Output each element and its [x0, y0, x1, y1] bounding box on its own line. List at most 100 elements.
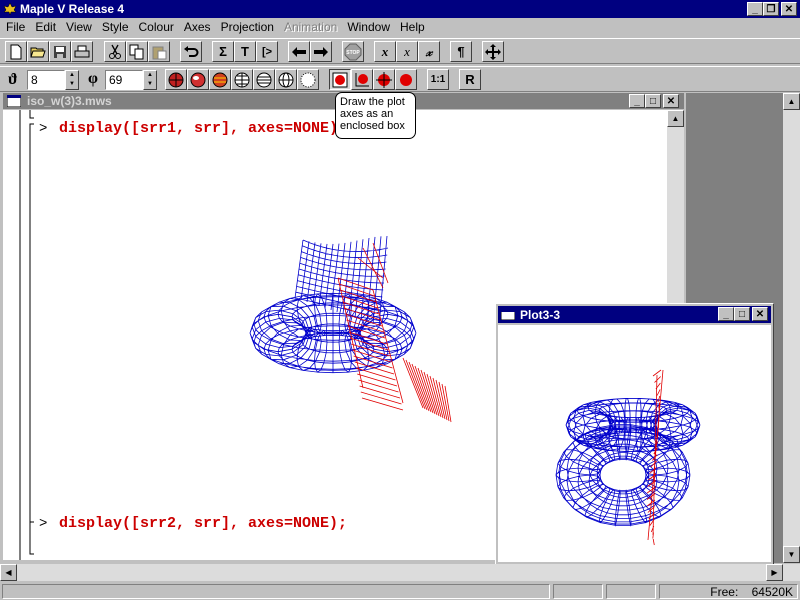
style-patch-nogrid-button[interactable]: [187, 69, 209, 90]
plot-toolbar: ϑ 8 ▲ ▼ φ 69 ▲ ▼ 1:1 R: [0, 66, 800, 92]
menu-projection[interactable]: Projection: [217, 19, 280, 37]
copy-icon: [129, 44, 144, 59]
horizontal-scrollbar[interactable]: ◀ ▶: [0, 564, 800, 581]
stop-label: STOP: [346, 50, 360, 56]
indent-button[interactable]: [310, 41, 332, 62]
menu-view[interactable]: View: [62, 19, 98, 37]
sigma-button[interactable]: Σ: [212, 41, 234, 62]
theta-symbol: ϑ: [8, 71, 18, 88]
menu-style[interactable]: Style: [98, 19, 135, 37]
main-scroll-down-button[interactable]: ▼: [783, 546, 800, 563]
worksheet-minimize-button[interactable]: _: [629, 94, 645, 108]
torus-mesh-1: [249, 292, 417, 374]
axes-none-button[interactable]: [395, 69, 417, 90]
style-hidden-button[interactable]: [231, 69, 253, 90]
new-file-button[interactable]: [5, 41, 27, 62]
menu-axes[interactable]: Axes: [180, 19, 217, 37]
phi-input[interactable]: 69: [105, 70, 143, 90]
command-line-1[interactable]: display([srr1, srr], axes=NONE);: [59, 120, 347, 137]
constrained-scaling-button[interactable]: 1:1: [427, 69, 449, 90]
math-script-button[interactable]: 𝓍: [418, 41, 440, 62]
menu-window[interactable]: Window: [343, 19, 396, 37]
move-icon: [485, 43, 501, 60]
style-contour-button[interactable]: [253, 69, 275, 90]
theta-stepper[interactable]: ▲ ▼: [65, 70, 79, 90]
axes-frame-button[interactable]: [351, 69, 373, 90]
phi-stepper[interactable]: ▲ ▼: [143, 70, 157, 90]
menu-animation[interactable]: Animation: [280, 19, 343, 37]
main-scroll-up-button[interactable]: ▲: [783, 93, 800, 110]
redraw-button[interactable]: R: [459, 69, 481, 90]
red-strip-mesh: [337, 242, 452, 423]
print-icon: [74, 45, 90, 57]
plot-close-button[interactable]: ✕: [752, 307, 768, 321]
plot-minimize-button[interactable]: _: [718, 307, 734, 321]
text-button[interactable]: T: [234, 41, 256, 62]
group-brackets: [19, 110, 34, 560]
app-title-bar: Maple V Release 4 _ ❐ ✕: [0, 0, 800, 18]
tooltip-line-2: axes as an: [340, 108, 394, 120]
command-line-2[interactable]: display([srr2, srr], axes=NONE);: [59, 515, 347, 532]
style-patch-contour-button[interactable]: [209, 69, 231, 90]
document-icon: [7, 95, 21, 107]
style-point-button[interactable]: [297, 69, 319, 90]
main-toolbar: Σ T [> STOP x x 𝓍 ¶: [0, 38, 800, 64]
tooltip-line-3: enclosed box: [340, 120, 405, 132]
tooltip-line-1: Draw the plot: [340, 96, 405, 108]
math-text-button[interactable]: x: [396, 41, 418, 62]
paste-button[interactable]: [148, 41, 170, 62]
execution-group-button[interactable]: [>: [256, 41, 278, 62]
torus-plot[interactable]: [553, 365, 723, 550]
stop-button[interactable]: STOP: [342, 41, 364, 62]
axes-normal-button[interactable]: [373, 69, 395, 90]
menu-file[interactable]: File: [2, 19, 31, 37]
phi-symbol: φ: [88, 70, 98, 87]
math-input-button[interactable]: x: [374, 41, 396, 62]
status-message: [2, 584, 550, 599]
open-file-icon: [30, 47, 46, 57]
menu-edit[interactable]: Edit: [31, 19, 62, 37]
scroll-up-button[interactable]: ▲: [667, 110, 684, 127]
style-patch-button[interactable]: [165, 69, 187, 90]
maple-leaf-icon: [3, 2, 17, 16]
axes-boxed-button[interactable]: [329, 69, 351, 90]
plot-canvas[interactable]: [498, 325, 771, 562]
close-button[interactable]: ✕: [781, 2, 797, 16]
status-bar: Free: 64520K: [0, 582, 800, 600]
menu-colour[interactable]: Colour: [135, 19, 180, 37]
patch-sphere-icon: [168, 72, 184, 87]
move-button[interactable]: [482, 41, 504, 62]
minimize-button[interactable]: _: [747, 2, 763, 16]
cut-button[interactable]: [104, 41, 126, 62]
scroll-left-button[interactable]: ◀: [0, 564, 17, 581]
input-prompt-1: >: [39, 121, 48, 137]
save-button[interactable]: [49, 41, 71, 62]
normal-axes-icon: [376, 71, 392, 88]
plot-output-1[interactable]: [233, 228, 473, 428]
stop-icon: STOP: [344, 43, 362, 60]
menu-help[interactable]: Help: [396, 19, 431, 37]
restore-button[interactable]: ❐: [763, 2, 779, 16]
boxed-axes-icon: [332, 72, 348, 87]
outdent-icon: [292, 46, 306, 57]
status-field-3: [606, 584, 656, 599]
print-button[interactable]: [71, 41, 93, 62]
open-file-button[interactable]: [27, 41, 49, 62]
main-vertical-scrollbar[interactable]: ▲ ▼: [783, 93, 800, 563]
outdent-button[interactable]: [288, 41, 310, 62]
wireframe-icon: [278, 72, 294, 87]
copy-button[interactable]: [126, 41, 148, 62]
point-style-icon: [300, 72, 316, 87]
worksheet-maximize-button[interactable]: □: [645, 94, 661, 108]
undo-button[interactable]: [180, 41, 202, 62]
cut-icon: [109, 44, 121, 59]
paste-icon: [152, 46, 167, 59]
paragraph-button[interactable]: ¶: [450, 41, 472, 62]
theta-input[interactable]: 8: [27, 70, 65, 90]
plot-maximize-button[interactable]: □: [734, 307, 750, 321]
scroll-right-button[interactable]: ▶: [766, 564, 783, 581]
save-icon: [54, 45, 66, 58]
worksheet-close-button[interactable]: ✕: [663, 94, 679, 108]
style-wireframe-button[interactable]: [275, 69, 297, 90]
contour-icon: [256, 72, 272, 87]
